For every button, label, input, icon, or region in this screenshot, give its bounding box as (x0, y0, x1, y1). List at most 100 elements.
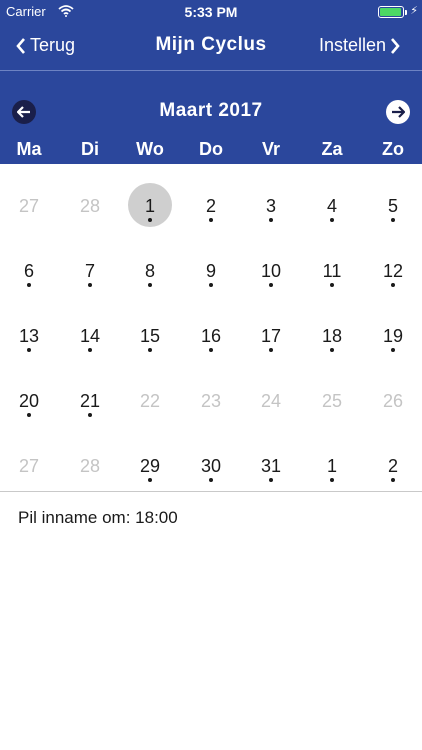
pill-marker-dot (391, 478, 395, 482)
calendar-day[interactable]: 8 (120, 229, 180, 294)
calendar-day[interactable]: 26 (363, 359, 422, 424)
pill-marker-dot (148, 348, 152, 352)
day-number: 2 (387, 456, 398, 476)
calendar-day[interactable]: 23 (181, 359, 241, 424)
day-number: 5 (387, 196, 398, 216)
chevron-right-icon (391, 37, 400, 54)
weekday-label: Zo (382, 139, 404, 159)
day-number: 12 (382, 261, 404, 281)
weekday-label: Di (81, 139, 99, 159)
weekday-label: Za (321, 139, 343, 159)
pill-marker-dot (148, 218, 152, 222)
day-number: 16 (200, 326, 222, 346)
calendar-day[interactable]: 11 (302, 229, 362, 294)
pill-marker-dot (330, 348, 334, 352)
calendar-day[interactable]: 30 (181, 424, 241, 489)
calendar-day[interactable]: 28 (60, 424, 120, 489)
settings-button[interactable]: Instellen (319, 35, 400, 56)
calendar-day[interactable]: 24 (241, 359, 301, 424)
status-bar: Carrier 5:33 PM ⚡ (0, 0, 422, 24)
calendar-day[interactable]: 9 (181, 229, 241, 294)
month-label: Maart 2017 (159, 100, 263, 121)
day-number: 17 (260, 326, 282, 346)
calendar-day[interactable]: 6 (0, 229, 59, 294)
day-number: 28 (79, 196, 101, 216)
weekday-header-row: Ma Di Wo Do Vr Za Zo (0, 139, 422, 161)
day-number: 27 (18, 456, 40, 476)
pill-marker-dot (148, 478, 152, 482)
pill-marker-dot (88, 283, 92, 287)
pill-marker-dot (209, 348, 213, 352)
calendar-day[interactable]: 10 (241, 229, 301, 294)
status-time: 5:33 PM (184, 4, 238, 20)
calendar-day-today[interactable]: 1 (120, 164, 180, 229)
calendar-day[interactable]: 27 (0, 164, 59, 229)
pill-marker-dot (330, 478, 334, 482)
calendar-day[interactable]: 7 (60, 229, 120, 294)
day-number: 4 (326, 196, 337, 216)
calendar-day[interactable]: 5 (363, 164, 422, 229)
battery-tip (405, 10, 407, 15)
calendar-grid: 27 28 1 2 3 4 5 6 7 8 9 10 11 12 13 14 15 16 17 18 19 20 21 22 2… (0, 164, 422, 491)
calendar-day[interactable]: 18 (302, 294, 362, 359)
day-number: 14 (79, 326, 101, 346)
day-number: 28 (79, 456, 101, 476)
calendar-day[interactable]: 3 (241, 164, 301, 229)
calendar-day[interactable]: 17 (241, 294, 301, 359)
day-number: 1 (144, 196, 155, 216)
weekday-label: Ma (16, 139, 42, 159)
day-number: 19 (382, 326, 404, 346)
day-number: 24 (260, 391, 282, 411)
day-number: 29 (139, 456, 161, 476)
calendar-week-row: 27 28 29 30 31 1 2 (0, 424, 422, 489)
calendar-day[interactable]: 1 (302, 424, 362, 489)
calendar-header: Maart 2017 Ma Di Wo Do Vr Za Zo (0, 71, 422, 164)
pill-marker-dot (209, 283, 213, 287)
calendar-day[interactable]: 29 (120, 424, 180, 489)
pill-marker-dot (88, 413, 92, 417)
calendar-day[interactable]: 4 (302, 164, 362, 229)
calendar-day[interactable]: 2 (181, 164, 241, 229)
calendar-day[interactable]: 15 (120, 294, 180, 359)
weekday-label: Do (199, 139, 223, 159)
calendar-day[interactable]: 14 (60, 294, 120, 359)
day-number: 10 (260, 261, 282, 281)
pill-marker-dot (88, 348, 92, 352)
pill-marker-dot (269, 283, 273, 287)
pill-marker-dot (27, 283, 31, 287)
pill-marker-dot (391, 348, 395, 352)
calendar-day[interactable]: 27 (0, 424, 59, 489)
calendar-day[interactable]: 28 (60, 164, 120, 229)
month-navigation: Maart 2017 (0, 97, 422, 127)
pill-marker-dot (209, 478, 213, 482)
pill-marker-dot (148, 283, 152, 287)
pill-marker-dot (27, 348, 31, 352)
day-number: 20 (18, 391, 40, 411)
calendar-week-row: 20 21 22 23 24 25 26 (0, 359, 422, 424)
day-number: 26 (382, 391, 404, 411)
day-number: 30 (200, 456, 222, 476)
day-number: 25 (321, 391, 343, 411)
weekday-label: Wo (136, 139, 164, 159)
day-number: 13 (18, 326, 40, 346)
calendar-day[interactable]: 16 (181, 294, 241, 359)
calendar-day[interactable]: 21 (60, 359, 120, 424)
day-number: 18 (321, 326, 343, 346)
calendar-day[interactable]: 31 (241, 424, 301, 489)
day-number: 9 (205, 261, 216, 281)
calendar-day[interactable]: 2 (363, 424, 422, 489)
charging-bolt-icon: ⚡ (410, 5, 418, 17)
calendar-day[interactable]: 12 (363, 229, 422, 294)
calendar-day[interactable]: 20 (0, 359, 59, 424)
day-number: 23 (200, 391, 222, 411)
navigation-bar: Terug Mijn Cyclus Instellen (0, 24, 422, 70)
next-month-button[interactable] (386, 100, 410, 124)
day-number: 3 (265, 196, 276, 216)
day-number: 2 (205, 196, 216, 216)
calendar-week-row: 6 7 8 9 10 11 12 (0, 229, 422, 294)
pill-marker-dot (330, 283, 334, 287)
calendar-day[interactable]: 13 (0, 294, 59, 359)
calendar-day[interactable]: 25 (302, 359, 362, 424)
calendar-day[interactable]: 22 (120, 359, 180, 424)
calendar-day[interactable]: 19 (363, 294, 422, 359)
